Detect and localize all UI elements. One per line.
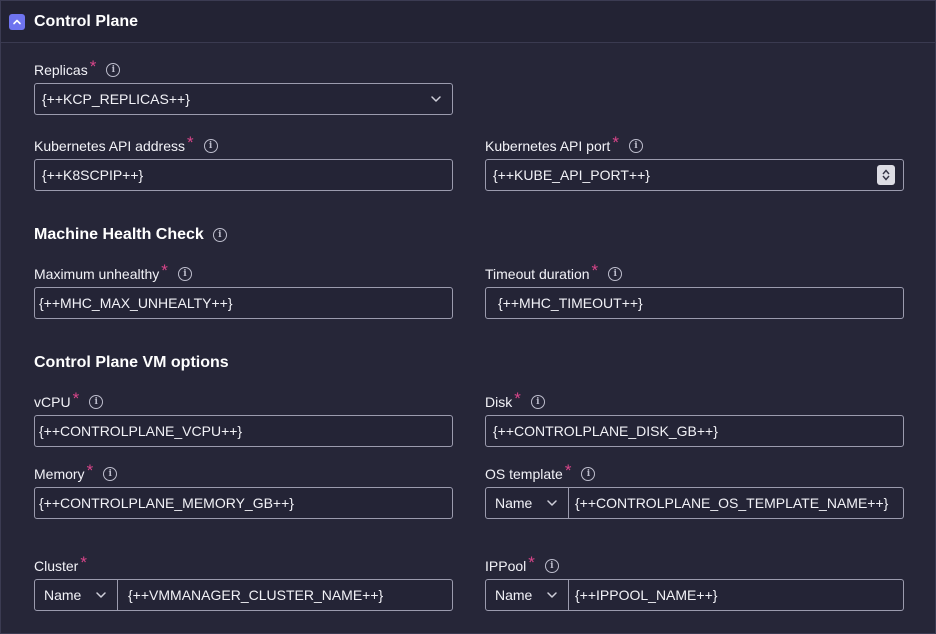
- required-marker: *: [80, 553, 87, 572]
- required-marker: *: [89, 57, 97, 76]
- vm-options-title: Control Plane VM options: [34, 354, 229, 371]
- ippool-input[interactable]: {++IPPOOL_NAME++}: [569, 579, 904, 611]
- memory-input[interactable]: {++CONTROLPLANE_MEMORY_GB++}: [34, 487, 453, 519]
- info-icon[interactable]: i: [103, 467, 118, 481]
- chevron-down-icon: [547, 500, 557, 506]
- os-template-label: OS template * i: [485, 461, 596, 484]
- os-template-mode-select[interactable]: Name: [485, 487, 569, 519]
- max-unhealthy-input[interactable]: {++MHC_MAX_UNHEALTY++}: [34, 287, 453, 319]
- cluster-input[interactable]: {++VMMANAGER_CLUSTER_NAME++}: [118, 579, 453, 611]
- timeout-label: Timeout duration * i: [485, 261, 623, 284]
- section-header[interactable]: Control Plane: [1, 1, 935, 43]
- cluster-label: Cluster *: [34, 553, 87, 574]
- k8s-port-label: Kubernetes API port * i: [485, 133, 643, 156]
- info-icon[interactable]: i: [544, 559, 559, 573]
- memory-label: Memory * i: [34, 461, 118, 484]
- info-icon[interactable]: i: [177, 267, 192, 281]
- os-template-input[interactable]: {++CONTROLPLANE_OS_TEMPLATE_NAME++}: [569, 487, 904, 519]
- info-icon[interactable]: i: [106, 63, 121, 77]
- control-plane-panel: Control Plane Replicas * i {++KCP_REPLICAS…: [0, 0, 936, 634]
- replicas-select[interactable]: {++KCP_REPLICAS++}: [34, 83, 453, 115]
- ippool-label: IPPool * i: [485, 553, 559, 576]
- info-icon[interactable]: i: [628, 139, 643, 153]
- required-marker: *: [591, 261, 599, 280]
- required-marker: *: [564, 461, 572, 480]
- required-marker: *: [72, 389, 80, 408]
- k8s-port-input[interactable]: {++KUBE_API_PORT++}: [485, 159, 904, 191]
- mhc-title: Machine Health Check i: [34, 226, 227, 244]
- k8s-address-label: Kubernetes API address * i: [34, 133, 218, 156]
- required-marker: *: [187, 133, 194, 152]
- chevron-down-icon: [96, 592, 106, 598]
- ippool-mode-select[interactable]: Name: [485, 579, 569, 611]
- replicas-label: Replicas * i: [34, 57, 121, 80]
- vcpu-input[interactable]: {++CONTROLPLANE_VCPU++}: [34, 415, 453, 447]
- required-marker: *: [612, 133, 619, 152]
- info-icon[interactable]: i: [212, 228, 227, 242]
- required-marker: *: [161, 261, 168, 280]
- section-title: Control Plane: [34, 12, 139, 30]
- cluster-mode-select[interactable]: Name: [34, 579, 118, 611]
- required-marker: *: [86, 461, 94, 480]
- vcpu-label: vCPU * i: [34, 389, 104, 412]
- info-icon[interactable]: i: [203, 139, 218, 153]
- info-icon[interactable]: i: [530, 395, 545, 409]
- info-icon[interactable]: i: [89, 395, 104, 409]
- number-stepper-icon[interactable]: [877, 165, 895, 185]
- info-icon[interactable]: i: [581, 467, 596, 481]
- disk-input[interactable]: {++CONTROLPLANE_DISK_GB++}: [485, 415, 904, 447]
- chevron-down-icon: [431, 96, 441, 102]
- required-marker: *: [514, 389, 521, 408]
- info-icon[interactable]: i: [608, 267, 623, 281]
- chevron-up-icon[interactable]: [9, 13, 25, 30]
- max-unhealthy-label: Maximum unhealthy * i: [34, 261, 192, 284]
- k8s-address-input[interactable]: {++K8SCPIP++}: [34, 159, 453, 191]
- chevron-down-icon: [547, 592, 557, 598]
- required-marker: *: [528, 553, 535, 572]
- timeout-input[interactable]: {++MHC_TIMEOUT++}: [485, 287, 904, 319]
- disk-label: Disk * i: [485, 389, 545, 412]
